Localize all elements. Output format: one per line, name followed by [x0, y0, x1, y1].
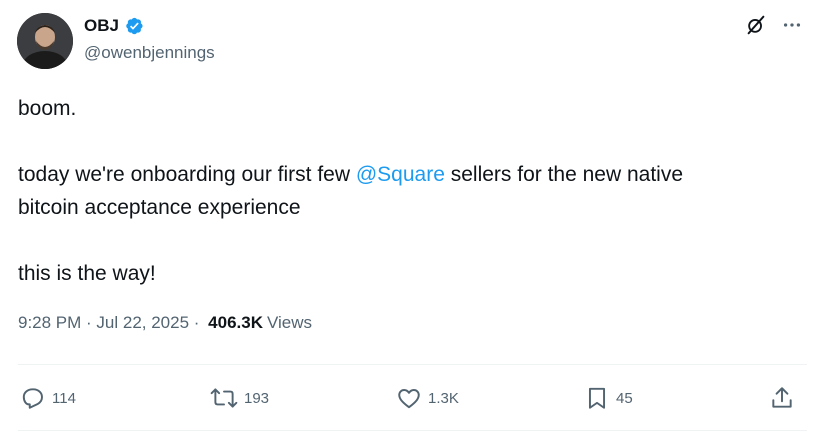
divider: [18, 430, 807, 431]
bookmark-count: 45: [616, 389, 633, 407]
bookmark-icon: [588, 387, 606, 409]
verified-badge-icon: [124, 16, 144, 36]
share-icon: [772, 387, 792, 408]
repost-count: 193: [244, 389, 270, 407]
repost-icon: [210, 388, 238, 408]
tweet-line: this is the way!: [18, 262, 156, 285]
tweet-line: today we're onboarding our first few @Sq…: [18, 158, 798, 191]
tweet-text-segment: sellers for the new native: [444, 163, 684, 186]
tweet-text-segment: today we're onboarding our first few: [18, 163, 356, 186]
reply-button[interactable]: 114: [20, 383, 76, 413]
action-bar: 114 193 1.3K 45: [20, 383, 800, 413]
bookmark-button[interactable]: 45: [584, 383, 633, 413]
avatar[interactable]: [17, 13, 73, 69]
heart-icon: [398, 389, 420, 409]
tweet-text: boom. today we're onboarding our first f…: [18, 92, 798, 290]
tweet-line: bitcoin acceptance experience: [18, 196, 301, 219]
author-name-row: OBJ: [84, 15, 144, 37]
reply-count: 114: [52, 389, 76, 407]
author-handle[interactable]: @owenbjennings: [84, 43, 215, 63]
top-actions: [745, 14, 803, 36]
timestamp[interactable]: 9:28 PM · Jul 22, 2025 ·: [18, 313, 204, 333]
divider: [18, 364, 807, 365]
views-label: Views: [266, 313, 313, 332]
grok-icon[interactable]: [745, 14, 767, 36]
display-name[interactable]: OBJ: [84, 16, 119, 36]
tweet-meta: 9:28 PM · Jul 22, 2025 · 406.3K Views: [18, 313, 312, 333]
reply-icon: [22, 388, 43, 409]
mention-link[interactable]: @Square: [356, 163, 445, 186]
repost-button[interactable]: 193: [210, 383, 269, 413]
avatar-photo: [17, 13, 73, 69]
tweet-line: boom.: [18, 97, 77, 120]
more-icon[interactable]: [781, 14, 803, 36]
views-count: 406.3K: [208, 313, 263, 332]
like-button[interactable]: 1.3K: [396, 383, 459, 413]
share-button[interactable]: [769, 383, 795, 413]
like-count: 1.3K: [428, 389, 459, 407]
